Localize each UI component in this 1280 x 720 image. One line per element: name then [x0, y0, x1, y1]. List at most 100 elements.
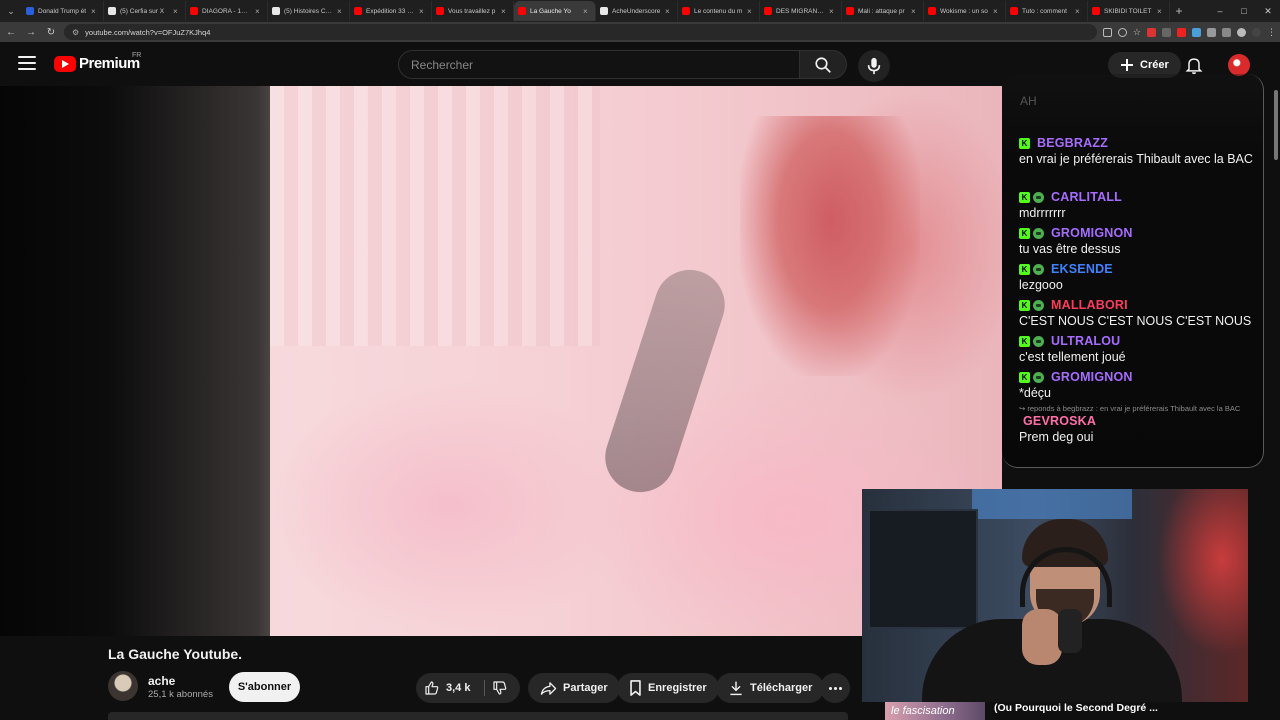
- profile-icon[interactable]: [1237, 27, 1246, 37]
- tab-close-icon[interactable]: ×: [91, 7, 99, 16]
- guide-menu-icon[interactable]: [18, 56, 36, 70]
- tab-title: Wokisme : un so: [940, 7, 988, 15]
- extension-grey-icon[interactable]: [1162, 27, 1171, 37]
- extension-blue-icon[interactable]: [1192, 27, 1201, 37]
- chat-message-header: K ULTRALOU: [1019, 334, 1255, 348]
- tab-close-icon[interactable]: ×: [583, 7, 591, 16]
- tab-close-icon[interactable]: ×: [419, 7, 427, 16]
- zoom-icon[interactable]: [1117, 27, 1127, 37]
- tab-search-chevron-icon[interactable]: ⌄: [0, 0, 22, 22]
- more-actions-button[interactable]: [820, 673, 850, 703]
- chat-message-text: *déçu: [1019, 386, 1051, 400]
- tab-close-icon[interactable]: ×: [665, 7, 673, 16]
- browser-tab[interactable]: (5) Histoires Crép ×: [268, 1, 350, 21]
- browser-address-bar: ← → ↻ ⚙ youtube.com/watch?v=OFJuZ7KJhq4 …: [0, 22, 1280, 42]
- install-icon[interactable]: [1102, 27, 1112, 37]
- tab-favicon-icon: [682, 7, 690, 15]
- share-button[interactable]: Partager: [528, 673, 620, 703]
- channel-avatar[interactable]: [108, 671, 138, 701]
- browser-tab[interactable]: Wokisme : un so ×: [924, 1, 1006, 21]
- notifications-bell-icon[interactable]: [1184, 55, 1204, 75]
- tab-close-icon[interactable]: ×: [255, 7, 263, 16]
- thumbs-up-icon: [425, 681, 439, 695]
- kick-badge-icon: K: [1019, 191, 1030, 203]
- browser-tab[interactable]: Tuto : comment ×: [1006, 1, 1088, 21]
- search-box[interactable]: [398, 50, 800, 79]
- webcam-shelf: [868, 509, 978, 629]
- maximize-button[interactable]: □: [1232, 0, 1256, 22]
- chat-username[interactable]: ULTRALOU: [1051, 334, 1120, 348]
- like-dislike-group: 3,4 k: [416, 673, 520, 703]
- browser-tab[interactable]: (5) Cerfia sur X ×: [104, 1, 186, 21]
- tab-title: DIAGORA - 17 ar: [202, 7, 251, 15]
- scrollbar-thumb[interactable]: [1274, 90, 1278, 160]
- youtube-logo[interactable]: Premium: [54, 55, 140, 72]
- browser-tab[interactable]: DIAGORA - 17 ar ×: [186, 1, 268, 21]
- webcam-person-hand: [1022, 609, 1062, 665]
- video-frame-subject: [740, 116, 920, 376]
- new-tab-button[interactable]: +: [1170, 4, 1188, 18]
- chat-username[interactable]: GROMIGNON: [1051, 226, 1133, 240]
- tab-title: SKIBIDI TOILET: [1104, 7, 1152, 15]
- theater-backdrop: [0, 86, 270, 636]
- tab-close-icon[interactable]: ×: [1157, 7, 1165, 16]
- site-info-icon[interactable]: ⚙: [72, 28, 79, 37]
- tab-close-icon[interactable]: ×: [911, 7, 919, 16]
- browser-tab[interactable]: Le contenu du m ×: [678, 1, 760, 21]
- share-arrow-icon: [540, 681, 557, 695]
- browser-tab[interactable]: Mali : attaque pr ×: [842, 1, 924, 21]
- chat-username[interactable]: MALLABORI: [1051, 298, 1128, 312]
- search-input[interactable]: [411, 57, 799, 72]
- browser-menu-icon[interactable]: ⋮: [1267, 27, 1276, 38]
- browser-tab[interactable]: Donald Trump ét ×: [22, 1, 104, 21]
- extensions-bar: ☆ ⋮: [1102, 27, 1276, 38]
- bookmark-star-icon[interactable]: ☆: [1133, 27, 1141, 38]
- browser-tab[interactable]: La Gauche Yo ×: [514, 1, 596, 21]
- tab-favicon-icon: [600, 7, 608, 15]
- save-button[interactable]: Enregistrer: [617, 673, 719, 703]
- account-avatar[interactable]: [1228, 54, 1250, 76]
- search-button[interactable]: [799, 50, 847, 79]
- tab-close-icon[interactable]: ×: [993, 7, 1001, 16]
- back-icon[interactable]: ←: [4, 27, 18, 38]
- channel-name[interactable]: ache: [148, 674, 175, 688]
- tab-close-icon[interactable]: ×: [337, 7, 345, 16]
- browser-tab[interactable]: SKIBIDI TOILET ×: [1088, 1, 1170, 21]
- chat-username[interactable]: GROMIGNON: [1051, 370, 1133, 384]
- chat-username[interactable]: EKSENDE: [1051, 262, 1113, 276]
- browser-tab[interactable]: DES MIGRANTS ×: [760, 1, 842, 21]
- help-icon[interactable]: [1252, 27, 1261, 37]
- sub-badge-icon: [1033, 227, 1044, 239]
- tab-close-icon[interactable]: ×: [1075, 7, 1083, 16]
- tab-title: (5) Cerfia sur X: [120, 7, 165, 15]
- voice-search-button[interactable]: [858, 50, 890, 82]
- tab-close-icon[interactable]: ×: [747, 7, 755, 16]
- browser-tab[interactable]: Expédition 33 : P ×: [350, 1, 432, 21]
- reload-icon[interactable]: ↻: [44, 27, 58, 38]
- forward-icon[interactable]: →: [24, 27, 38, 38]
- extension-shield-icon[interactable]: [1207, 27, 1216, 37]
- like-button[interactable]: 3,4 k: [424, 673, 470, 703]
- tab-close-icon[interactable]: ×: [173, 7, 181, 16]
- page-scrollbar[interactable]: [1272, 86, 1280, 720]
- download-button[interactable]: Télécharger: [716, 673, 825, 703]
- sub-badge-icon: [1033, 335, 1044, 347]
- chat-username[interactable]: BEGBRAZZ: [1037, 136, 1108, 150]
- tab-close-icon[interactable]: ×: [501, 7, 509, 16]
- browser-tab[interactable]: AcheUnderscore ×: [596, 1, 678, 21]
- subscribe-button[interactable]: S'abonner: [229, 672, 300, 702]
- thumbs-down-icon[interactable]: [492, 680, 508, 696]
- tab-close-icon[interactable]: ×: [829, 7, 837, 16]
- chat-message-header: GEVROSKA: [1019, 414, 1255, 428]
- tab-title: (5) Histoires Crép: [284, 7, 333, 15]
- extensions-puzzle-icon[interactable]: [1222, 27, 1231, 37]
- browser-tab[interactable]: Vous travaillez p ×: [432, 1, 514, 21]
- tab-favicon-icon: [108, 7, 116, 15]
- close-window-button[interactable]: ✕: [1256, 0, 1280, 22]
- extension-red-icon[interactable]: [1147, 27, 1156, 37]
- url-field[interactable]: ⚙ youtube.com/watch?v=OFJuZ7KJhq4: [64, 24, 1097, 40]
- extension-youtube-icon[interactable]: [1177, 27, 1186, 37]
- chat-username[interactable]: CARLITALL: [1051, 190, 1122, 204]
- chat-username[interactable]: GEVROSKA: [1023, 414, 1096, 428]
- minimize-button[interactable]: –: [1208, 0, 1232, 22]
